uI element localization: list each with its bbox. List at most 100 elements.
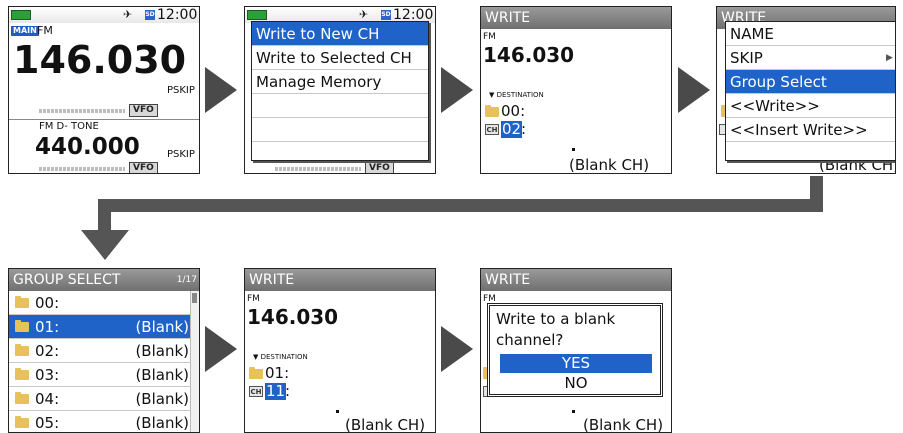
step-arrow-icon (678, 67, 710, 113)
frequency: 146.030 (247, 305, 339, 329)
list-item[interactable]: 02: (Blank) (9, 339, 191, 363)
group-number: 03: (35, 366, 60, 384)
channel-number[interactable]: 11 (265, 383, 287, 400)
menu-item-name[interactable]: NAME (726, 22, 895, 46)
group-status: (Blank) (135, 414, 189, 432)
screen-title: GROUP SELECT 1/17 (9, 269, 199, 291)
group-number: 04: (35, 390, 60, 408)
list-item[interactable]: 05: (Blank) (9, 411, 191, 432)
vfo-badge-top: VFO (129, 104, 158, 117)
group-status: (Blank) (135, 318, 189, 336)
main-band-badge: MAIN (11, 26, 39, 36)
mode-label-bottom: FM D- TONE (39, 121, 99, 132)
s-meter-top (39, 109, 125, 113)
vfo-badge-bottom: VFO (129, 162, 158, 173)
menu-item-write-new-ch[interactable]: Write to New CH (252, 22, 428, 46)
page-indicator: 1/17 (176, 275, 197, 285)
menu-item-empty (252, 118, 428, 142)
channel-icon: CH (249, 386, 263, 397)
cursor-dot (572, 148, 575, 151)
yes-button[interactable]: YES (500, 354, 652, 373)
cursor-dot (572, 410, 575, 413)
gps-satellite-icon: ✈ (359, 8, 369, 21)
status-bar: ✈ SD 12:00 (9, 7, 199, 23)
list-item[interactable]: 03: (Blank) (9, 363, 191, 387)
list-item[interactable]: 00: (9, 291, 191, 315)
folder-icon (15, 344, 29, 356)
menu-item-skip[interactable]: SKIP (726, 46, 895, 70)
menu-item-write-selected-ch[interactable]: Write to Selected CH (252, 46, 428, 70)
step-arrow-icon (205, 67, 237, 113)
menu-item-write[interactable]: <<Write>> (726, 94, 895, 118)
cursor-dot (336, 410, 339, 413)
option-menu: NAME SKIP ▶ Group Select <<Write>> <<Ins… (725, 21, 895, 161)
step-arrow-icon (441, 326, 473, 372)
write-confirm-screen: WRITE FM (Blank CH) Write to a blank cha… (480, 268, 672, 433)
clock: 12:00 (157, 7, 198, 23)
connector-line-down (98, 199, 111, 233)
s-meter (275, 167, 361, 171)
band-divider (9, 119, 199, 120)
dialog-prompt-line2: channel? (496, 331, 564, 349)
group-number: 00: (501, 102, 526, 120)
folder-icon (15, 392, 29, 404)
destination-label: ▼ DESTINATION (253, 353, 308, 361)
no-button[interactable]: NO (500, 374, 652, 393)
down-arrow-icon (81, 230, 129, 260)
menu-item-group-select[interactable]: Group Select (726, 70, 895, 94)
battery-icon (11, 10, 31, 20)
list-item[interactable]: 01: (Blank) (9, 315, 191, 339)
group-status: (Blank) (135, 390, 189, 408)
main-display-screen: ✈ SD 12:00 MAIN FM 146.030 PSKIP VFO FM … (8, 6, 200, 174)
group-select-screen: GROUP SELECT 1/17 00: 01: (Blank) 02: (B… (8, 268, 200, 433)
s-meter-bottom (39, 167, 125, 171)
scrollbar-thumb[interactable] (192, 293, 197, 303)
folder-icon (15, 320, 29, 332)
group-status: (Blank) (135, 366, 189, 384)
write-menu-screen: ✈ SD 12:00 VFO Write to New CH Write to … (244, 6, 436, 174)
folder-icon (485, 105, 499, 117)
mode-label: FM (247, 294, 260, 304)
folder-icon (15, 368, 29, 380)
group-number: 05: (35, 414, 60, 432)
menu-item-manage-memory[interactable]: Manage Memory (252, 70, 428, 94)
pskip-label-top: PSKIP (167, 85, 195, 96)
screen-title: WRITE (245, 269, 435, 291)
write-options-screen: WRITE (Blank CH) NAME SKIP ▶ Group Selec… (716, 6, 896, 174)
mode-label-top: FM (37, 24, 53, 37)
connector-line-horizontal (98, 199, 823, 212)
sd-card-icon: SD (381, 10, 391, 20)
blank-channel-label: (Blank CH) (583, 416, 664, 433)
screen-title: WRITE (481, 7, 671, 29)
chevron-right-icon: ▶ (886, 53, 893, 63)
group-number: 02: (35, 342, 60, 360)
step-arrow-icon (441, 67, 473, 113)
battery-icon (247, 10, 267, 20)
group-number: 00: (35, 294, 60, 312)
group-select-title: GROUP SELECT (13, 272, 121, 288)
frequency-bottom: 440.000 (35, 134, 140, 160)
blank-channel-label: (Blank CH) (569, 156, 650, 174)
mode-label: FM (483, 32, 496, 42)
destination-label: ▼ DESTINATION (489, 91, 544, 99)
group-number: 01: (35, 318, 60, 336)
step-arrow-icon (205, 326, 237, 372)
channel-colon: : (521, 120, 527, 138)
group-number: 01: (265, 364, 290, 382)
group-status: (Blank) (135, 342, 189, 360)
blank-channel-label: (Blank CH) (345, 416, 426, 433)
menu-item-insert-write[interactable]: <<Insert Write>> (726, 118, 895, 142)
folder-icon (249, 367, 263, 379)
write-menu: Write to New CH Write to Selected CH Man… (251, 21, 429, 161)
folder-icon (15, 416, 29, 428)
write-screen: WRITE FM 146.030 ▼ DESTINATION 00: CH 02… (480, 6, 672, 174)
channel-number[interactable]: 02 (501, 121, 523, 138)
folder-icon (15, 296, 29, 308)
sd-card-icon: SD (145, 10, 155, 20)
scrollbar[interactable] (190, 291, 199, 432)
confirm-dialog: Write to a blank channel? YES NO (487, 303, 663, 397)
frequency: 146.030 (483, 43, 575, 67)
list-item[interactable]: 04: (Blank) (9, 387, 191, 411)
frequency-top: 146.030 (13, 38, 187, 82)
write-screen: WRITE FM 146.030 ▼ DESTINATION 01: CH 11… (244, 268, 436, 433)
